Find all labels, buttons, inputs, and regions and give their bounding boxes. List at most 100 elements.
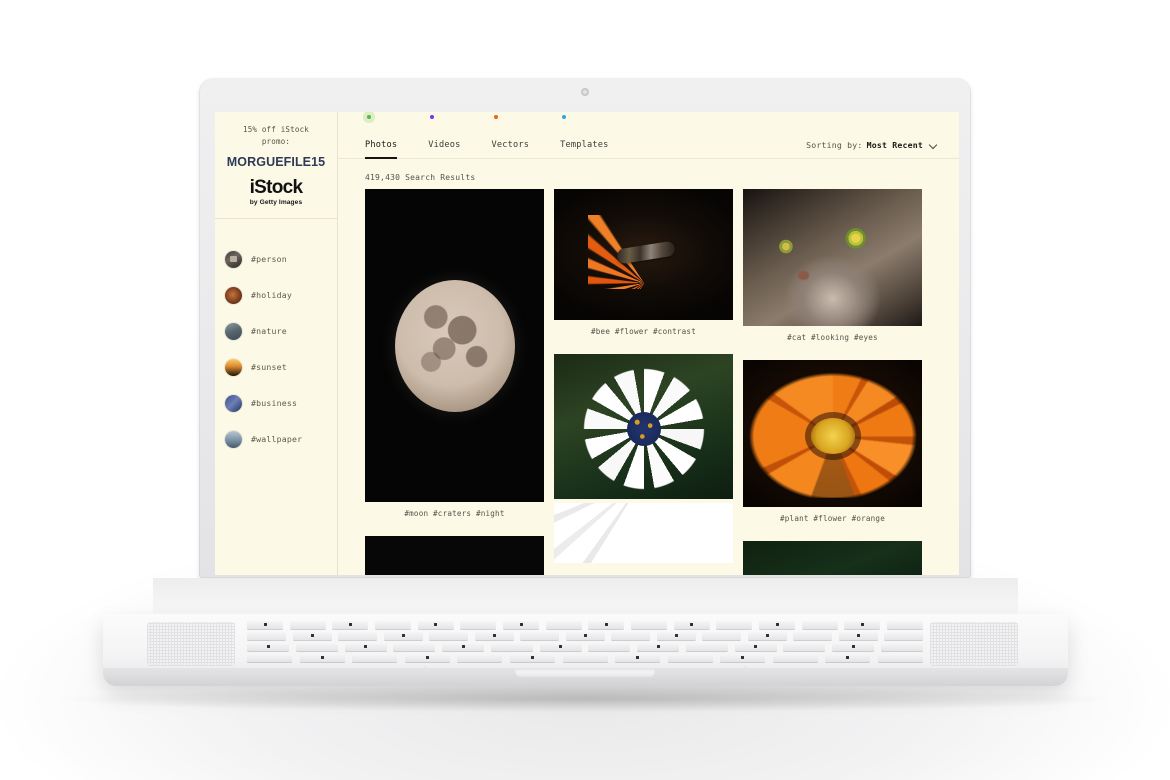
keyboard-key[interactable] <box>562 654 608 662</box>
tab-dot-icon <box>367 115 371 119</box>
keyboard-key[interactable] <box>747 632 787 640</box>
keyboard-key[interactable] <box>417 621 454 629</box>
tab-label: Vectors <box>491 140 530 150</box>
keyboard-key[interactable] <box>292 632 332 640</box>
keyboard-key[interactable] <box>247 643 289 651</box>
keyboard-key[interactable] <box>503 621 539 629</box>
photo-card[interactable] <box>554 503 733 563</box>
photo-daisy[interactable] <box>554 354 733 499</box>
keyboard-key[interactable] <box>352 654 398 662</box>
tag-item-wallpaper[interactable]: #wallpaper <box>225 421 337 457</box>
keyboard-key[interactable] <box>685 643 728 651</box>
keyboard-key[interactable] <box>383 632 423 640</box>
keyboard-key[interactable] <box>490 643 533 651</box>
photo-orange-flower[interactable] <box>743 360 922 507</box>
keyboard-key[interactable] <box>720 654 766 662</box>
app-page: 15% off iStock promo: MORGUEFILE15 iStoc… <box>215 112 959 575</box>
keyboard-key[interactable] <box>801 621 838 629</box>
key-legend <box>492 633 496 637</box>
keyboard-key[interactable] <box>673 621 710 629</box>
keyboard-key[interactable] <box>838 632 878 640</box>
keyboard-key[interactable] <box>844 621 881 629</box>
key-legend <box>461 644 465 648</box>
tab-videos[interactable]: Videos <box>428 115 460 158</box>
keyboard-key[interactable] <box>247 632 286 640</box>
keyboard-key[interactable] <box>289 621 326 629</box>
photo-partial-dark[interactable] <box>365 536 544 575</box>
keyboard-key[interactable] <box>429 632 468 640</box>
key-legend <box>401 633 405 637</box>
key-legend <box>741 655 745 659</box>
keyboard-key[interactable] <box>611 632 650 640</box>
keyboard-key[interactable] <box>734 643 777 651</box>
tab-templates[interactable]: Templates <box>560 115 608 158</box>
photo-card[interactable] <box>743 541 922 575</box>
keyboard-key[interactable] <box>375 621 411 629</box>
photo-moon[interactable] <box>365 189 544 502</box>
photo-card[interactable] <box>365 536 544 575</box>
keyboard-key[interactable] <box>881 643 923 651</box>
photo-card[interactable]: #plant #flower #orange <box>743 360 922 537</box>
istock-logo: iStock <box>249 177 304 198</box>
keyboard-key[interactable] <box>832 643 875 651</box>
keyboard-key[interactable] <box>295 643 338 651</box>
photo-partial-daisy[interactable] <box>554 503 733 563</box>
key-legend <box>583 633 587 637</box>
keyboard-key[interactable] <box>393 643 436 651</box>
keyboard-key[interactable] <box>539 643 582 651</box>
photo-partial-green[interactable] <box>743 541 922 575</box>
keyboard-key[interactable] <box>247 654 292 662</box>
keyboard-key[interactable] <box>545 621 582 629</box>
keyboard-key[interactable] <box>656 632 696 640</box>
tag-item-business[interactable]: #business <box>225 385 337 421</box>
promo-code: MORGUEFILE15 <box>226 155 326 169</box>
keyboard-key[interactable] <box>772 654 818 662</box>
photo-card[interactable]: #moon #craters #night <box>365 189 544 532</box>
photo-bee[interactable] <box>554 189 733 320</box>
photo-card[interactable]: #cat #looking #eyes <box>743 189 922 356</box>
tag-item-nature[interactable]: #nature <box>225 313 337 349</box>
keyboard-key[interactable] <box>520 632 559 640</box>
keyboard-key[interactable] <box>878 654 923 662</box>
keyboard-key[interactable] <box>457 654 503 662</box>
keyboard-key[interactable] <box>783 643 826 651</box>
photo-card[interactable] <box>554 354 733 499</box>
keyboard-key[interactable] <box>716 621 753 629</box>
keyboard-key[interactable] <box>667 654 713 662</box>
tab-vectors[interactable]: Vectors <box>491 115 530 158</box>
keyboard-key[interactable] <box>887 621 923 629</box>
tag-item-sunset[interactable]: #sunset <box>225 349 337 385</box>
keyboard-key[interactable] <box>247 621 283 629</box>
keyboard-key[interactable] <box>637 643 680 651</box>
keyboard-key[interactable] <box>344 643 387 651</box>
tag-item-holiday[interactable]: #holiday <box>225 277 337 313</box>
keyboard-key[interactable] <box>759 621 795 629</box>
keyboard-key[interactable] <box>509 654 555 662</box>
key-legend <box>604 622 608 626</box>
keyboard-key[interactable] <box>702 632 741 640</box>
keyboard-key[interactable] <box>884 632 923 640</box>
keyboard-key[interactable] <box>404 654 450 662</box>
keyboard-key[interactable] <box>460 621 497 629</box>
chevron-down-icon[interactable] <box>930 142 937 149</box>
keyboard-key[interactable] <box>631 621 667 629</box>
keyboard-key[interactable] <box>615 654 661 662</box>
keyboard-key[interactable] <box>299 654 345 662</box>
tab-photos[interactable]: Photos <box>365 115 397 159</box>
keyboard-key[interactable] <box>442 643 485 651</box>
keyboard-key[interactable] <box>332 621 369 629</box>
keyboard-key[interactable] <box>338 632 377 640</box>
photo-cat[interactable] <box>743 189 922 326</box>
tag-item-person[interactable]: #person <box>225 241 337 277</box>
keyboard[interactable] <box>247 621 923 669</box>
keyboard-key[interactable] <box>793 632 832 640</box>
keyboard-key[interactable] <box>588 621 625 629</box>
sorting-control[interactable]: Sorting by: Most Recent <box>806 140 937 158</box>
keyboard-key[interactable] <box>565 632 605 640</box>
keyboard-key[interactable] <box>474 632 514 640</box>
keyboard-key[interactable] <box>588 643 631 651</box>
photo-card[interactable]: #bee #flower #contrast <box>554 189 733 350</box>
keyboard-key[interactable] <box>825 654 871 662</box>
key-legend <box>266 644 270 648</box>
promo-panel[interactable]: 15% off iStock promo: MORGUEFILE15 iStoc… <box>215 112 337 219</box>
